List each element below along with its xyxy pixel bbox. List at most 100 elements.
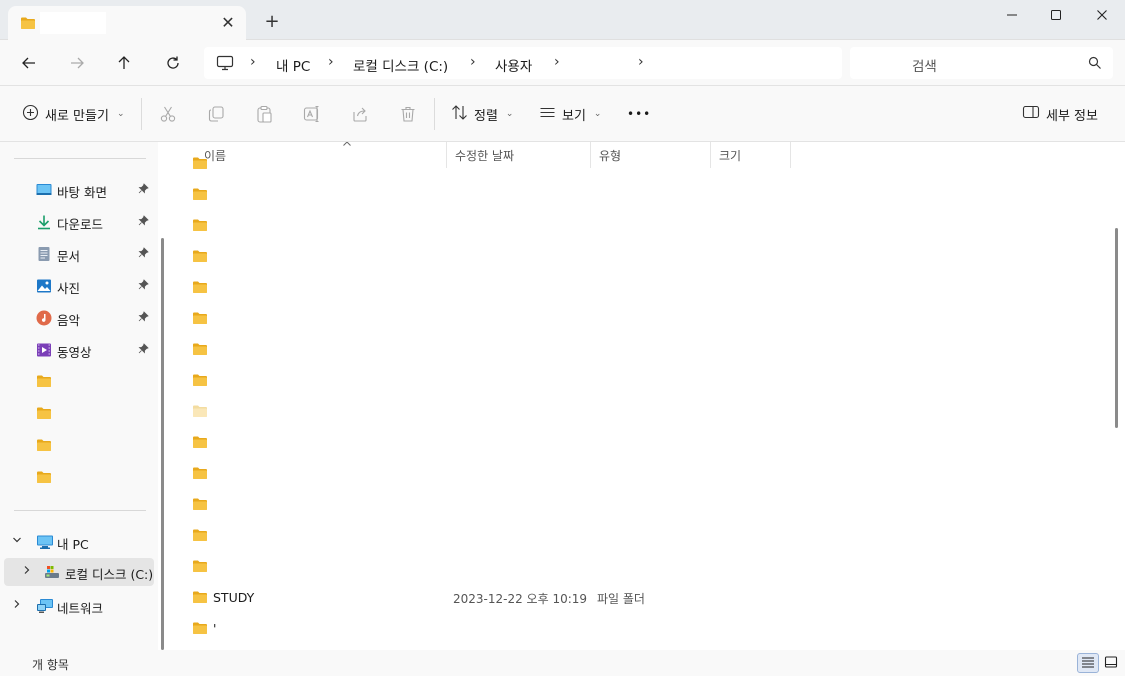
item-count: 개 항목 (32, 658, 69, 672)
sidebar-item-this-pc[interactable]: 내 PC (0, 528, 156, 556)
file-row[interactable]: ' (172, 613, 1110, 644)
file-row[interactable] (172, 489, 1110, 520)
tab-current-folder[interactable]: ✕ (8, 6, 246, 40)
close-window-button[interactable] (1079, 0, 1125, 30)
chevron-down-icon[interactable] (12, 535, 22, 548)
sidebar-item-pictures[interactable]: 사진 (0, 272, 156, 300)
file-row[interactable] (172, 520, 1110, 551)
back-button[interactable] (16, 51, 42, 75)
sidebar-item-label: 로컬 디스크 (C:) (65, 567, 154, 582)
sidebar-item-desktop[interactable]: 바탕 화면 (0, 176, 156, 204)
share-icon[interactable] (350, 104, 370, 124)
minimize-button[interactable] (989, 0, 1035, 30)
folder-icon (36, 374, 52, 391)
pin-icon[interactable] (138, 343, 149, 357)
breadcrumb-users[interactable]: 사용자 (495, 55, 532, 75)
details-view-button[interactable] (1077, 653, 1099, 673)
chevron-down-icon: ⌄ (505, 109, 514, 119)
sidebar-item-music[interactable]: 음악 (0, 304, 156, 332)
documents-icon (36, 246, 52, 265)
details-pane-button[interactable]: 세부 정보 (1022, 102, 1098, 126)
sidebar-item-network[interactable]: 네트워크 (0, 592, 156, 620)
folder-icon (36, 470, 52, 487)
address-bar[interactable]: › 내 PC › 로컬 디스크 (C:) › 사용자 › › (204, 47, 842, 79)
divider (14, 158, 146, 159)
file-row[interactable] (172, 303, 1110, 334)
plus-circle-icon (22, 104, 39, 125)
paste-icon[interactable] (254, 104, 274, 124)
new-button[interactable]: 새로 만들기 ⌄ (22, 102, 124, 126)
nav-pane-scrollbar[interactable] (161, 238, 164, 650)
sidebar-item-folder[interactable] (0, 400, 156, 428)
tab-close-icon[interactable]: ✕ (218, 13, 238, 33)
pin-icon[interactable] (138, 215, 149, 229)
sidebar-item-folder[interactable] (0, 464, 156, 492)
breadcrumb-chevron-icon[interactable]: › (554, 54, 560, 70)
pin-icon[interactable] (138, 279, 149, 293)
chevron-right-icon[interactable] (22, 565, 32, 578)
view-label: 보기 (562, 108, 586, 124)
sidebar-item-documents[interactable]: 문서 (0, 240, 156, 268)
file-row[interactable] (172, 365, 1110, 396)
download-icon (36, 214, 52, 233)
search-icon[interactable] (1088, 56, 1102, 73)
divider (434, 98, 435, 130)
pin-icon[interactable] (138, 247, 149, 261)
file-row[interactable] (172, 334, 1110, 365)
sort-button[interactable]: 정렬 ⌄ (451, 102, 513, 126)
file-row[interactable]: STUDY 2023-12-22 오후 10:19 파일 폴더 (172, 582, 1110, 613)
folder-icon (192, 466, 208, 483)
sidebar-item-videos[interactable]: 동영상 (0, 336, 156, 364)
file-row[interactable] (172, 396, 1110, 427)
cut-icon[interactable] (158, 104, 178, 124)
sidebar-item-label: 다운로드 (57, 217, 104, 232)
file-row[interactable] (172, 458, 1110, 489)
file-row[interactable] (172, 551, 1110, 582)
up-button[interactable] (111, 51, 137, 75)
folder-icon (36, 406, 52, 423)
refresh-button[interactable] (160, 51, 186, 75)
sidebar-item-local-disk[interactable]: 로컬 디스크 (C:) (4, 558, 154, 586)
file-row[interactable] (172, 241, 1110, 272)
file-list: 이름 수정한 날짜 유형 크기 STUDY 2023-12-22 오후 10:19… (172, 142, 1110, 650)
large-icons-view-button[interactable] (1100, 653, 1122, 673)
file-row[interactable] (172, 427, 1110, 458)
computer-icon (36, 534, 54, 553)
file-row[interactable] (172, 148, 1110, 179)
new-tab-button[interactable]: + (262, 12, 282, 32)
view-button[interactable]: 보기 ⌄ (539, 102, 601, 126)
file-row[interactable] (172, 179, 1110, 210)
file-name: STUDY (213, 590, 255, 605)
details-view-icon (1081, 656, 1095, 671)
breadcrumb-this-pc[interactable]: 내 PC (276, 55, 310, 75)
title-bar: ✕ + (0, 0, 1125, 40)
file-row[interactable] (172, 272, 1110, 303)
copy-icon[interactable] (206, 104, 226, 124)
folder-icon (20, 16, 36, 33)
folder-icon (36, 438, 52, 455)
sidebar-item-folder[interactable] (0, 432, 156, 460)
delete-icon[interactable] (398, 104, 418, 124)
sidebar-item-downloads[interactable]: 다운로드 (0, 208, 156, 236)
forward-button[interactable] (64, 51, 90, 75)
breadcrumb-chevron-icon[interactable]: › (638, 54, 644, 70)
pin-icon[interactable] (138, 183, 149, 197)
chevron-down-icon: ⌄ (116, 109, 125, 119)
sidebar-item-folder[interactable] (0, 368, 156, 396)
breadcrumb-local-disk[interactable]: 로컬 디스크 (C:) (353, 55, 448, 75)
sort-label: 정렬 (474, 108, 498, 124)
breadcrumb-chevron-icon[interactable]: › (328, 54, 334, 70)
chevron-right-icon[interactable] (12, 599, 22, 612)
details-pane-label: 세부 정보 (1046, 108, 1098, 124)
maximize-button[interactable] (1033, 0, 1079, 30)
rename-icon[interactable] (302, 104, 322, 124)
folder-icon (192, 621, 208, 638)
file-row[interactable] (172, 210, 1110, 241)
breadcrumb-chevron-icon[interactable]: › (250, 54, 256, 70)
more-options-button[interactable]: ••• (627, 102, 651, 126)
pin-icon[interactable] (138, 311, 149, 325)
search-box[interactable]: 검색 (850, 47, 1113, 79)
breadcrumb-user-redacted[interactable] (570, 55, 636, 73)
file-list-scrollbar[interactable] (1115, 228, 1118, 428)
breadcrumb-chevron-icon[interactable]: › (470, 54, 476, 70)
